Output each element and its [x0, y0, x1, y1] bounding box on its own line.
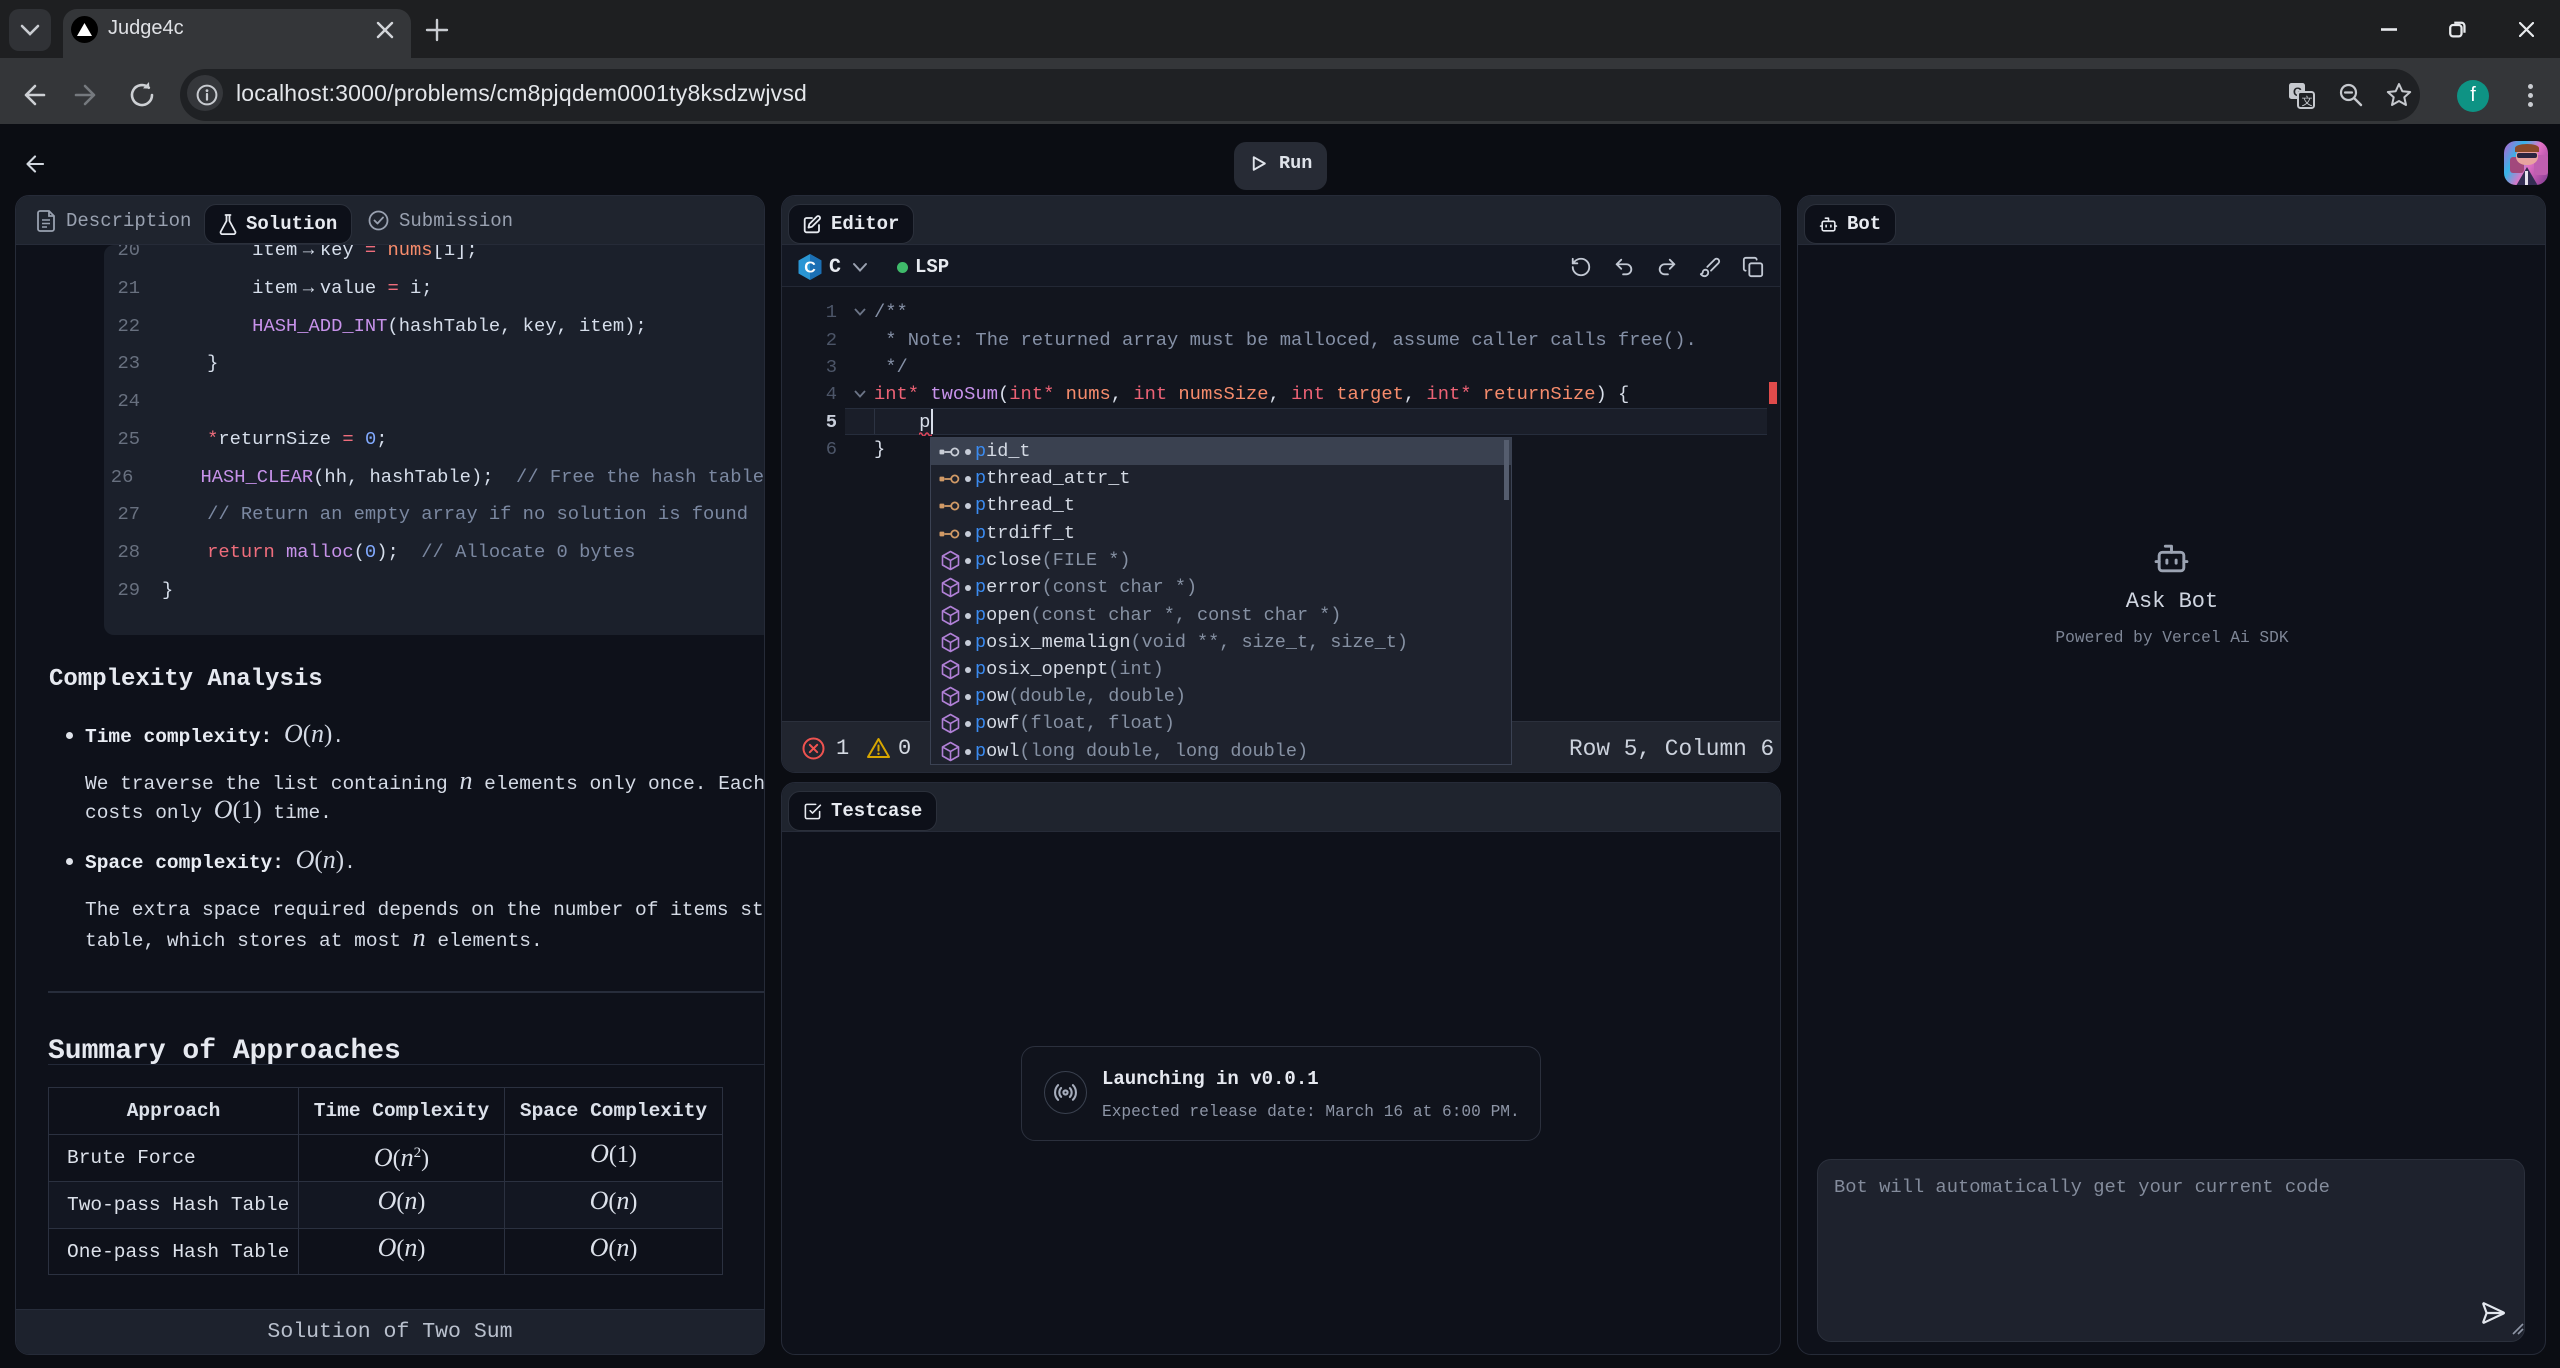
svg-text:文: 文 [2302, 94, 2313, 108]
svg-text:C: C [804, 260, 816, 277]
